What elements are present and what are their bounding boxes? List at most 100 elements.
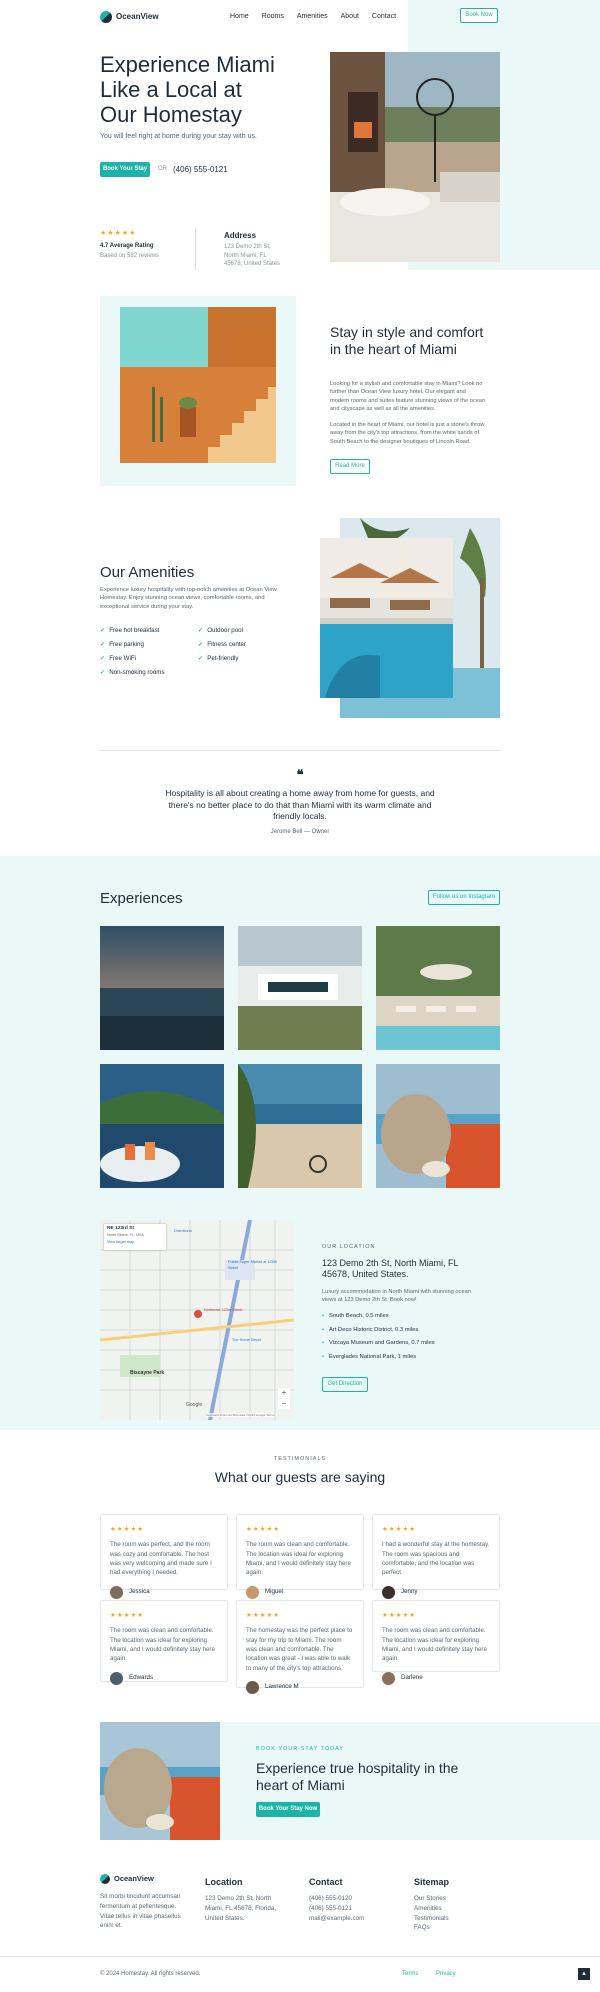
terms-link[interactable]: Terms: [402, 1970, 418, 1979]
privacy-link[interactable]: Privacy: [436, 1970, 456, 1979]
check-icon: ✓: [198, 641, 204, 648]
footer-sitemap-heading: Sitemap: [414, 1877, 450, 1887]
quote-author: Jerome Bell — Owner: [270, 829, 330, 835]
testimonial-text: The room was perfect, and the room was c…: [110, 1541, 212, 1577]
book-stay-now-button[interactable]: Book Your Stay Now: [256, 1802, 320, 1817]
footer-sitemap-list: Our Stories Amenities Testimonials FAQs: [414, 1894, 449, 1933]
amenities-list-2: ✓ Outdoor pool ✓ Fitness center ✓ Pet-frien…: [198, 624, 246, 666]
bay-drinks-illustration: [100, 1064, 224, 1188]
about-paragraph-2: Located in the heart of Miami, our hotel…: [330, 422, 485, 445]
cta-banner-photo: [100, 1722, 220, 1840]
location-map[interactable]: NE 123rd St North Miami, FL, USA View la…: [100, 1220, 294, 1420]
experience-photo[interactable]: [100, 1064, 224, 1188]
logo-icon[interactable]: [100, 1874, 110, 1885]
map-card-sub: North Miami, FL, USA: [107, 1232, 144, 1237]
location-desc: Luxury accommodation in North Miami with…: [322, 1289, 471, 1304]
logo-icon[interactable]: [100, 11, 112, 23]
back-to-top-button[interactable]: ▲: [578, 1968, 590, 1980]
check-icon: ✓: [100, 641, 106, 648]
footer-divider: [0, 1956, 600, 1957]
book-your-stay-button[interactable]: Book Your Stay: [100, 162, 150, 177]
check-icon: ✓: [198, 655, 204, 662]
check-icon: ✓: [100, 655, 106, 662]
hero-subtitle: You will feel right at home during your …: [100, 133, 257, 140]
location-places: • South Beach, 0.5 miles • Art Deco Histor…: [322, 1310, 435, 1364]
footer-contact-heading: Contact: [309, 1877, 343, 1887]
follow-instagram-button[interactable]: Follow us on Instagram: [428, 890, 500, 905]
footer-phone-1[interactable]: (406) 555-0120: [309, 1894, 364, 1904]
quote-text: Hospitality is all about creating a home…: [165, 788, 435, 821]
address-value: 123 Demo 2th St, North Miami, FL 45678, …: [224, 244, 281, 268]
testimonial-author: Miguel: [265, 1587, 284, 1595]
rating-stars: ★★★★★: [246, 1526, 281, 1533]
rating-label: 4.7 Average Rating: [100, 243, 154, 249]
testimonials-eyebrow: TESTIMONIALS: [273, 1456, 327, 1462]
avatar: [382, 1671, 395, 1685]
bedroom-illustration: [330, 52, 500, 262]
map-larger-link[interactable]: View larger map: [107, 1240, 163, 1246]
amenities-pool-photo: [320, 538, 453, 698]
nav-about[interactable]: About: [341, 12, 359, 22]
copyright: © 2024 Homestay. All rights reserved.: [100, 1971, 201, 1977]
testimonial-card: ★★★★★ The room was perfect, and the room…: [100, 1514, 228, 1599]
sitemap-link[interactable]: Amenities: [414, 1904, 449, 1914]
experience-photo[interactable]: [376, 926, 500, 1050]
testimonial-text: I had a wonderful stay at the homestay. …: [382, 1541, 490, 1577]
footer-brand-name[interactable]: OceanView: [114, 1874, 154, 1885]
check-icon: ✓: [198, 627, 204, 634]
get-direction-button[interactable]: Get Direction: [322, 1377, 368, 1392]
experience-photo[interactable]: [238, 926, 362, 1050]
google-logo: Google: [186, 1402, 203, 1408]
avatar: [246, 1585, 259, 1599]
reading-by-sea-illustration: [100, 1722, 220, 1840]
testimonial-card: ★★★★★ The room was clean and comfortable…: [236, 1514, 364, 1599]
experience-photo[interactable]: [238, 1064, 362, 1188]
testimonial-author: Jenny: [401, 1587, 418, 1595]
testimonial-text: The room was clean and comfortable. The …: [382, 1627, 487, 1663]
footer-email[interactable]: mail@example.com: [309, 1914, 364, 1924]
testimonial-author: Jessica: [129, 1587, 150, 1595]
testimonial-text: The room was clean and comfortable. The …: [110, 1627, 215, 1663]
rating-stars: ★★★★★: [382, 1612, 417, 1619]
read-more-button[interactable]: Read More: [330, 459, 370, 474]
map-card-title: NE 123rd St: [107, 1226, 134, 1231]
sitemap-link[interactable]: FAQs: [414, 1923, 449, 1933]
nav-rooms[interactable]: Rooms: [262, 12, 284, 22]
avatar: [246, 1680, 259, 1694]
nav-contact[interactable]: Contact: [372, 12, 396, 22]
testimonial-author: Lawrence M: [265, 1682, 299, 1690]
testimonial-card: ★★★★★ The room was clean and comfortable…: [100, 1600, 228, 1685]
brand-name[interactable]: OceanView: [116, 11, 159, 23]
amenity-item: ✓ Outdoor pool: [198, 627, 243, 634]
testimonial-author: Darlene: [401, 1673, 423, 1681]
avatar: [110, 1585, 123, 1599]
check-icon: ✓: [100, 669, 106, 676]
about-paragraph-1: Looking for a stylish and comfortable st…: [330, 381, 486, 412]
map-directions-link[interactable]: Directions: [174, 1228, 192, 1234]
place-item: • South Beach, 0.5 miles: [322, 1313, 389, 1319]
map-zoom-in-button[interactable]: +: [278, 1388, 290, 1398]
check-icon: ✓: [100, 627, 106, 634]
sunset-pool-illustration: [100, 926, 224, 1050]
nav-amenities[interactable]: Amenities: [297, 12, 328, 22]
avatar: [382, 1585, 395, 1599]
cta-eyebrow: BOOK YOUR STAY TODAY: [256, 1746, 345, 1752]
phone-link[interactable]: (406) 555-0121: [173, 164, 228, 176]
place-item: • Everglades National Park, 1 miles: [322, 1353, 417, 1360]
avatar: [110, 1671, 123, 1685]
hero-title: Experience Miami Like a Local at Our Hom…: [100, 52, 275, 127]
footer-phone-2[interactable]: (406) 555-0121: [309, 1904, 364, 1914]
testimonial-text: The room was clean and comfortable. The …: [246, 1541, 351, 1577]
map-zoom-out-button[interactable]: −: [278, 1399, 290, 1409]
footer-contact-list: (406) 555-0120 (406) 555-0121 mail@examp…: [309, 1894, 364, 1923]
sitemap-link[interactable]: Testimonials: [414, 1914, 449, 1924]
hero-bedroom-photo: [330, 52, 500, 262]
experience-photo[interactable]: [376, 1064, 500, 1188]
poolside-loungers-illustration: [376, 926, 500, 1050]
amenity-item: ✓ Non-smoking rooms: [100, 669, 165, 676]
nav-home[interactable]: Home: [230, 12, 249, 22]
experience-photo[interactable]: [100, 926, 224, 1050]
about-stairs-photo: [120, 307, 276, 463]
sitemap-link[interactable]: Our Stories: [414, 1894, 449, 1904]
book-now-button[interactable]: Book Now: [460, 8, 498, 23]
